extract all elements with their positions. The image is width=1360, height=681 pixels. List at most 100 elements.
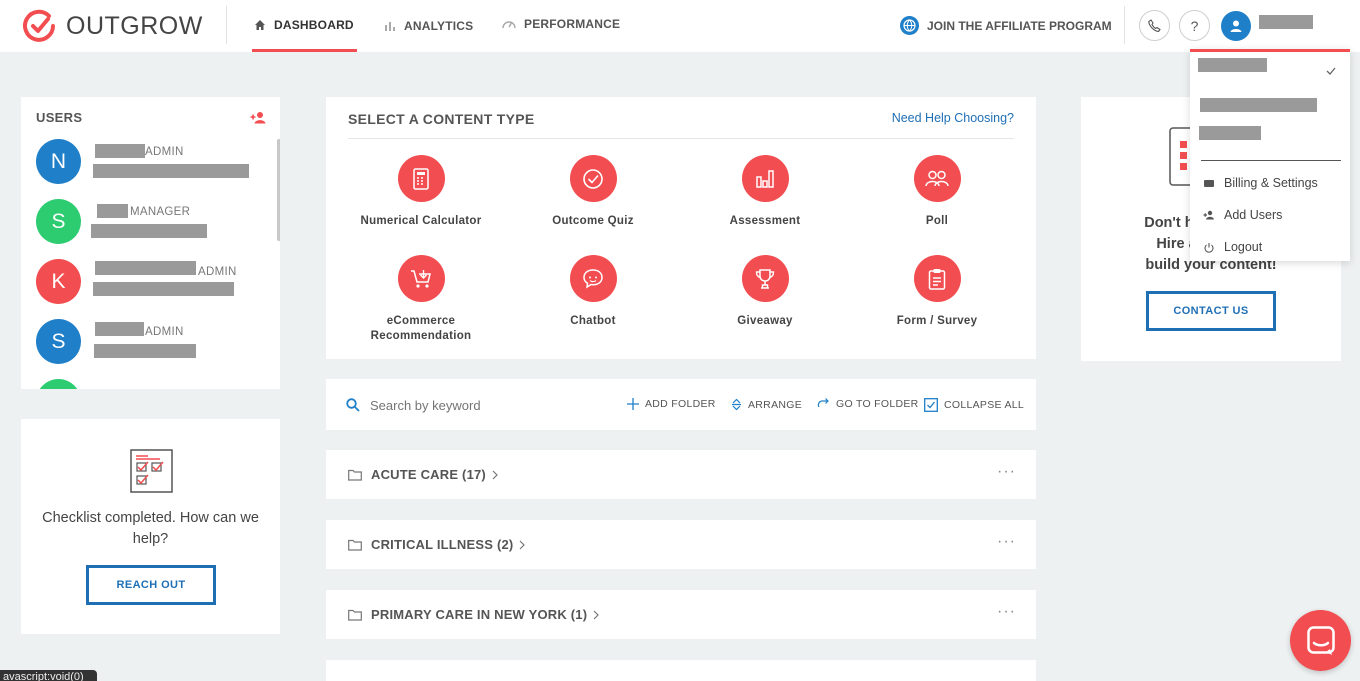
content-type-giveaway[interactable]: Giveaway — [690, 255, 840, 329]
redacted-workspace[interactable] — [1200, 98, 1317, 112]
contact-us-button[interactable]: CONTACT US — [1146, 291, 1276, 331]
check-circle-icon — [583, 168, 603, 189]
nav-analytics[interactable]: ANALYTICS — [384, 0, 473, 52]
chevron-right-icon — [492, 470, 498, 479]
gauge-icon — [502, 21, 516, 29]
menu-add-users-label: Add Users — [1224, 208, 1283, 222]
content-type-numerical-calculator[interactable]: Numerical Calculator — [346, 155, 496, 229]
collapse-all-toggle[interactable]: COLLAPSE ALL — [924, 398, 1024, 412]
more-options-icon[interactable]: ··· — [997, 603, 1016, 621]
menu-divider — [1201, 160, 1341, 161]
users-icon — [925, 170, 949, 186]
chat-icon — [583, 268, 603, 288]
chat-launcher-button[interactable] — [1290, 610, 1351, 671]
content-type-assessment[interactable]: Assessment — [690, 155, 840, 229]
arrange-label: ARRANGE — [748, 398, 803, 411]
add-user-icon[interactable] — [250, 111, 266, 124]
chevron-right-icon — [520, 540, 526, 549]
arrange-button[interactable]: ARRANGE — [731, 398, 802, 411]
folder-row[interactable]: CRITICAL ILLNESS (2) ··· — [326, 520, 1036, 569]
go-to-folder-label: GO TO FOLDER — [836, 398, 919, 410]
collapse-all-label: COLLAPSE ALL — [944, 399, 1025, 411]
avatar — [36, 379, 81, 389]
redo-arrow-icon — [817, 398, 829, 408]
menu-billing-settings[interactable]: Billing & Settings — [1203, 176, 1318, 190]
menu-add-users[interactable]: Add Users — [1203, 208, 1282, 222]
clipboard-icon — [928, 268, 946, 290]
nav-dashboard[interactable]: DASHBOARD — [252, 0, 357, 52]
chat-icon — [1306, 625, 1335, 655]
content-type-form-survey[interactable]: Form / Survey — [862, 255, 1012, 329]
content-type-card: SELECT A CONTENT TYPE Need Help Choosing… — [326, 97, 1036, 359]
add-folder-button[interactable]: ADD FOLDER — [627, 398, 716, 410]
logo[interactable]: OUTGROW — [22, 9, 203, 43]
content-type-label: Giveaway — [737, 315, 793, 327]
folder-title: ACUTE CARE (17) — [348, 467, 507, 482]
redacted-workspace[interactable] — [1198, 58, 1267, 72]
user-row[interactable]: K ADMIN — [36, 259, 276, 319]
folder-row[interactable]: PRIMARY CARE IN NEW YORK (1) ··· — [326, 590, 1036, 639]
reach-out-button[interactable]: REACH OUT — [86, 565, 216, 605]
users-card: USERS N ADMIN S MANAGER K ADMIN S ADMIN — [21, 97, 280, 389]
phone-button[interactable] — [1139, 10, 1170, 41]
folder-icon — [348, 539, 362, 551]
redacted-user-name — [95, 322, 144, 336]
folder-name: CRITICAL ILLNESS (2) — [371, 537, 514, 552]
redacted-user-email — [94, 344, 196, 358]
go-to-folder-button[interactable]: GO TO FOLDER — [816, 398, 919, 410]
content-type-label: Outcome Quiz — [552, 215, 634, 227]
user-role: ADMIN — [145, 146, 184, 158]
nav-performance[interactable]: PERFORMANCE — [502, 0, 620, 50]
content-type-label: Form / Survey — [896, 315, 978, 327]
user-role: MANAGER — [130, 206, 191, 218]
content-type-label: Numerical Calculator — [360, 215, 482, 227]
folder-row[interactable]: ACUTE CARE (17) ··· — [326, 450, 1036, 499]
bar-chart-icon — [756, 169, 774, 188]
card-icon — [1204, 180, 1214, 187]
folder-icon — [348, 609, 362, 621]
search-input[interactable] — [366, 393, 606, 417]
user-role: ADMIN — [198, 266, 237, 278]
account-menu: Billing & Settings Add Users Logout — [1190, 49, 1350, 261]
avatar: K — [36, 259, 81, 304]
checklist-text: Checklist completed. How can we help? — [42, 510, 259, 547]
user-row[interactable]: S MANAGER — [36, 199, 276, 259]
user-role: ADMIN — [145, 326, 184, 338]
menu-logout-label: Logout — [1224, 240, 1263, 254]
divider — [226, 6, 227, 44]
plus-icon — [627, 398, 639, 410]
content-type-poll[interactable]: Poll — [862, 155, 1012, 229]
redacted-user-email — [91, 224, 207, 238]
nav-performance-label: PERFORMANCE — [524, 17, 621, 31]
content-type-outcome-quiz[interactable]: Outcome Quiz — [518, 155, 668, 229]
nav-analytics-label: ANALYTICS — [404, 19, 474, 33]
redacted-user-name — [97, 204, 128, 218]
users-title: USERS — [36, 110, 83, 125]
help-button[interactable]: ? — [1179, 10, 1210, 41]
bar-chart-icon — [385, 22, 395, 31]
add-user-icon — [1203, 210, 1214, 220]
more-options-icon[interactable]: ··· — [997, 463, 1016, 481]
user-row[interactable]: N ADMIN — [36, 139, 276, 199]
account-avatar[interactable] — [1221, 11, 1251, 41]
redacted-workspace[interactable] — [1199, 126, 1261, 140]
avatar: S — [36, 319, 81, 364]
user-row[interactable]: S ADMIN — [36, 319, 276, 379]
divider — [348, 138, 1014, 139]
redacted-account-name — [1259, 15, 1313, 29]
affiliate-link[interactable]: JOIN THE AFFILIATE PROGRAM — [900, 16, 1112, 35]
divider — [1124, 6, 1125, 44]
content-type-chatbot[interactable]: Chatbot — [518, 255, 668, 329]
menu-logout[interactable]: Logout — [1203, 240, 1262, 254]
content-type-ecommerce-recommendation[interactable]: eCommerce Recommendation — [346, 255, 496, 344]
users-scrollbar[interactable] — [277, 139, 280, 241]
avatar: S — [36, 199, 81, 244]
help-choosing-link[interactable]: Need Help Choosing? — [892, 111, 1014, 125]
search-icon — [346, 398, 360, 412]
nav-dashboard-label: DASHBOARD — [274, 17, 354, 32]
content-type-label: Poll — [925, 215, 949, 227]
folder-row[interactable] — [326, 660, 1036, 681]
more-options-icon[interactable]: ··· — [997, 533, 1016, 551]
user-row[interactable] — [36, 379, 276, 389]
affiliate-label: JOIN THE AFFILIATE PROGRAM — [927, 18, 1112, 33]
